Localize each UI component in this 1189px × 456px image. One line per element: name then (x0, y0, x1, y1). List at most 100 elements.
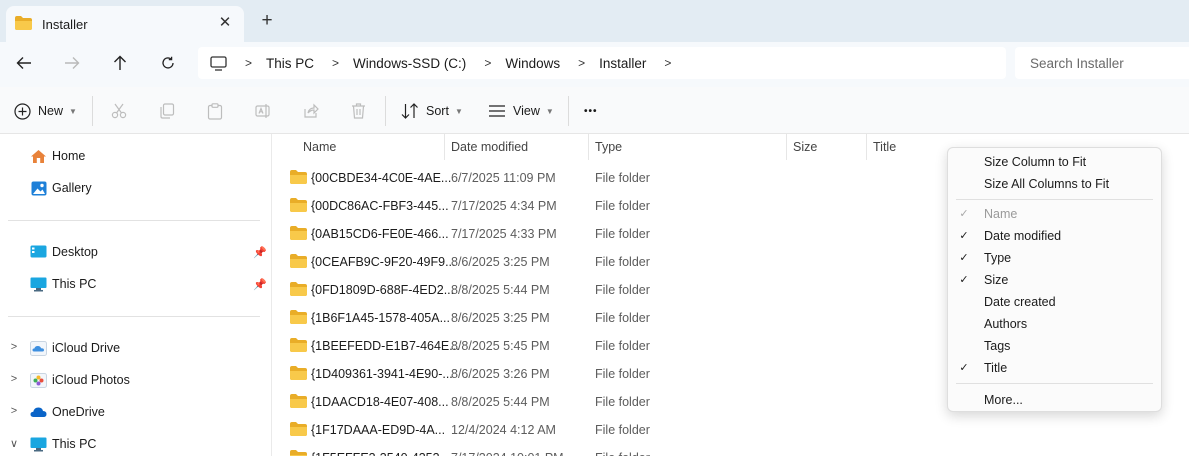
icloud-photos-icon (30, 372, 47, 388)
file-type: File folder (595, 451, 650, 456)
sidebar-item-home[interactable]: Home (30, 145, 85, 167)
file-name: {0FD1809D-688F-4ED2... (311, 283, 455, 297)
sidebar-item-label: Home (52, 149, 86, 163)
file-row[interactable]: {1F17DAAA-ED9D-4A... 12/4/2024 4:12 AM Fil… (272, 416, 1189, 444)
file-date-modified: 12/4/2024 4:12 AM (451, 423, 556, 437)
sidebar-item-this-pc[interactable]: This PC (30, 273, 96, 295)
breadcrumb-windows-ssd[interactable]: Windows-SSD (C:) (353, 56, 466, 71)
sidebar-item-label: Gallery (52, 181, 92, 195)
menu-item-more[interactable]: More... (948, 389, 1161, 411)
column-divider[interactable] (588, 134, 589, 160)
column-header-type[interactable]: Type (595, 140, 622, 154)
column-divider[interactable] (444, 134, 445, 160)
refresh-icon (162, 56, 174, 69)
desktop-icon (30, 244, 47, 260)
file-name: {00CBDE34-4C0E-4AE... (311, 171, 452, 185)
folder-icon (290, 170, 307, 187)
rename-button[interactable] (255, 100, 272, 122)
chevron-right-icon[interactable]: > (664, 56, 671, 70)
tab-installer[interactable]: Installer ✕ (6, 6, 244, 42)
arrow-left-icon (16, 57, 31, 69)
chevron-right-icon: > (484, 56, 492, 70)
plus-circle-icon (14, 102, 31, 120)
sidebar-item-this-pc-expanded[interactable]: This PC (30, 433, 96, 455)
menu-item-size-column-to-fit[interactable]: Size Column to Fit (948, 151, 1161, 173)
checkmark-icon: ✓ (959, 208, 969, 220)
menu-item-label: Name (984, 207, 1018, 221)
more-options-button[interactable]: ••• (584, 100, 598, 122)
new-button[interactable]: New ▼ (14, 100, 77, 122)
column-divider[interactable] (786, 134, 787, 160)
file-row[interactable]: {1F5EFFE3-3540-4353...7/17/2024 10:01 PM… (272, 444, 1189, 456)
column-header-name[interactable]: Name (303, 140, 336, 154)
delete-button[interactable] (351, 100, 366, 122)
gallery-icon (30, 180, 47, 196)
this-pc-icon (30, 436, 47, 452)
file-type: File folder (595, 199, 650, 213)
menu-item-size-all-columns-to-fit[interactable]: Size All Columns to Fit (948, 173, 1161, 195)
chevron-right-icon[interactable]: > (8, 373, 20, 385)
copy-button[interactable] (159, 100, 175, 122)
menu-item-column-type[interactable]: ✓ Type (948, 247, 1161, 269)
sidebar-item-desktop[interactable]: Desktop (30, 241, 98, 263)
menu-item-column-name: ✓ Name (948, 203, 1161, 225)
chevron-right-icon[interactable]: > (8, 341, 20, 353)
checkmark-icon: ✓ (959, 274, 969, 286)
navigation-bar: > This PC > Windows-SSD (C:) > Windows >… (0, 42, 1189, 87)
close-tab-icon[interactable]: ✕ (217, 15, 233, 31)
tab-strip: Installer ✕ + (0, 0, 1189, 42)
forward-button[interactable] (60, 52, 84, 74)
arrow-up-icon (114, 55, 126, 70)
folder-icon (290, 282, 307, 299)
back-button[interactable] (12, 52, 36, 74)
column-header-title[interactable]: Title (873, 140, 896, 154)
cut-button[interactable] (111, 100, 127, 122)
file-date-modified: 8/6/2025 3:25 PM (451, 255, 550, 269)
menu-item-column-tags[interactable]: Tags (948, 335, 1161, 357)
breadcrumb-installer[interactable]: Installer (599, 56, 646, 71)
column-divider[interactable] (866, 134, 867, 160)
file-name: {1F17DAAA-ED9D-4A... (311, 423, 446, 437)
file-name: {0AB15CD6-FE0E-466... (311, 227, 449, 241)
search-input[interactable]: Search Installer (1015, 47, 1189, 79)
folder-icon (290, 226, 307, 243)
divider (8, 316, 260, 317)
paste-button[interactable] (207, 100, 223, 122)
menu-item-column-title[interactable]: ✓ Title (948, 357, 1161, 379)
view-button[interactable]: View ▼ (489, 100, 554, 122)
chevron-down-icon[interactable]: ∨ (8, 437, 20, 450)
column-header-size[interactable]: Size (793, 140, 817, 154)
share-icon (304, 103, 319, 118)
pin-icon[interactable]: 📌 (253, 246, 267, 259)
file-date-modified: 8/6/2025 3:25 PM (451, 311, 550, 325)
sidebar-item-label: This PC (52, 277, 97, 291)
divider (8, 220, 260, 221)
sidebar-item-icloud-photos[interactable]: iCloud Photos (30, 369, 130, 391)
sidebar-item-icloud-drive[interactable]: iCloud Drive (30, 337, 120, 359)
chevron-right-icon: > (245, 56, 253, 70)
breadcrumb-windows[interactable]: Windows (505, 56, 560, 71)
folder-icon (290, 450, 307, 456)
share-button[interactable] (303, 100, 319, 122)
column-header-date-modified[interactable]: Date modified (451, 140, 528, 154)
menu-item-column-date-created[interactable]: Date created (948, 291, 1161, 313)
up-button[interactable] (108, 52, 132, 74)
menu-item-column-date-modified[interactable]: ✓ Date modified (948, 225, 1161, 247)
refresh-button[interactable] (156, 52, 180, 74)
chevron-right-icon[interactable]: > (8, 405, 20, 417)
pin-icon[interactable]: 📌 (253, 278, 267, 291)
menu-item-column-size[interactable]: ✓ Size (948, 269, 1161, 291)
sidebar-item-gallery[interactable]: Gallery (30, 177, 92, 199)
sort-button[interactable]: Sort ▼ (401, 100, 463, 122)
new-tab-button[interactable]: + (258, 11, 276, 30)
breadcrumb-this-pc[interactable]: This PC (266, 56, 314, 71)
address-bar[interactable]: > This PC > Windows-SSD (C:) > Windows >… (198, 47, 1006, 79)
trash-icon (352, 103, 365, 119)
menu-item-label: More... (984, 393, 1023, 407)
chevron-right-icon: > (578, 56, 586, 70)
menu-item-column-authors[interactable]: Authors (948, 313, 1161, 335)
file-type: File folder (595, 423, 650, 437)
tab-title: Installer (42, 16, 88, 32)
command-bar: New ▼ Sort ▼ View ▼ ••• (0, 87, 1189, 134)
sidebar-item-onedrive[interactable]: OneDrive (30, 401, 105, 423)
